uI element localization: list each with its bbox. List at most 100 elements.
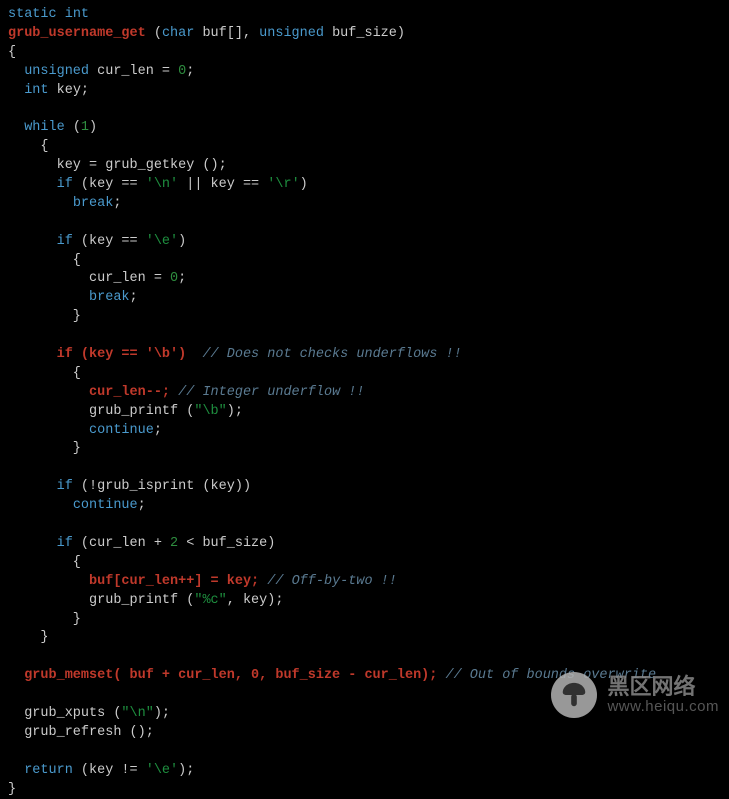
brace: } [8,782,16,797]
t: (!grub_isprint (key)) [73,479,251,494]
t: ); [227,404,243,419]
str-lit: "\b" [194,404,226,419]
type-int: int [24,83,48,98]
t: buf[], [194,26,259,41]
t [8,536,57,551]
type-char: char [162,26,194,41]
t [8,234,57,249]
kw-break: break [89,290,130,305]
mushroom-icon [551,672,597,718]
t [186,347,202,362]
t: (key == [73,177,146,192]
brace: { [8,139,49,154]
t: ; [113,196,121,211]
cmt-offbytwo: // Off-by-two !! [267,574,397,589]
t [8,498,73,513]
t: ) [178,234,186,249]
kw-while: while [24,120,65,135]
t: key = grub_getkey (); [8,158,227,173]
kw-continue: continue [73,498,138,513]
blank [8,649,16,664]
cmt-underflow-check: // Does not checks underflows !! [202,347,461,362]
kw-return: return [24,763,73,778]
watermark: 黑区网络 www.heiqu.com [551,672,719,718]
blank [8,744,16,759]
char-lit: '\e' [146,763,178,778]
t: , key); [227,593,284,608]
kw-continue: continue [89,423,154,438]
brace: { [8,45,16,60]
t [8,574,89,589]
t: ; [178,271,186,286]
t: grub_printf ( [8,593,194,608]
blank [8,101,16,116]
t [8,177,57,192]
t: < buf_size) [178,536,275,551]
t: grub_printf ( [8,404,194,419]
watermark-url: www.heiqu.com [607,699,719,716]
bug-assign: buf[cur_len++] = key; [89,574,259,589]
t [8,385,89,400]
brace: { [8,555,81,570]
brace: } [8,612,81,627]
blank [8,517,16,532]
t [8,290,89,305]
t: ( [146,26,162,41]
blank [8,460,16,475]
t: ; [130,290,138,305]
type-unsigned: unsigned [259,26,324,41]
t [8,479,57,494]
char-lit: '\n' [146,177,178,192]
type-unsigned: unsigned [24,64,89,79]
t: ; [186,64,194,79]
t [8,347,57,362]
kw-break: break [73,196,114,211]
t: ); [154,706,170,721]
cmt-int-underflow: // Integer underflow !! [178,385,364,400]
str-lit: "\n" [121,706,153,721]
bug-decrement: cur_len--; [89,385,170,400]
brace: } [8,309,81,324]
watermark-title: 黑区网络 [607,675,719,699]
t [8,120,24,135]
kw-static: static [8,7,57,22]
blank [8,328,16,343]
kw-if: if [57,536,73,551]
brace: } [8,441,81,456]
brace: { [8,253,81,268]
t [8,64,24,79]
brace: { [8,366,81,381]
t [8,423,89,438]
t: cur_len = [8,271,170,286]
t: ) [89,120,97,135]
num: 1 [81,120,89,135]
t: ); [178,763,194,778]
type-int: int [65,7,89,22]
t: || key == [178,177,267,192]
num: 0 [170,271,178,286]
t: ; [138,498,146,513]
kw-if: if [57,234,73,249]
t: (cur_len + [73,536,170,551]
t: ( [65,120,81,135]
t: (key == [73,234,146,249]
t: ; [154,423,162,438]
watermark-text: 黑区网络 www.heiqu.com [607,675,719,716]
blank [8,687,16,702]
bug-memset: grub_memset( buf + cur_len, 0, buf_size … [24,668,437,683]
t [170,385,178,400]
t: key; [49,83,90,98]
t [8,83,24,98]
str-lit: "%c" [194,593,226,608]
kw-if: if [57,479,73,494]
t: grub_xputs ( [8,706,121,721]
char-lit: '\r' [267,177,299,192]
kw-if: if [57,177,73,192]
t [8,668,24,683]
fn-name: grub_username_get [8,26,146,41]
t: ) [300,177,308,192]
bug-if-backspace: if (key == '\b') [57,347,187,362]
blank [8,215,16,230]
num: 2 [170,536,178,551]
char-lit: '\e' [146,234,178,249]
